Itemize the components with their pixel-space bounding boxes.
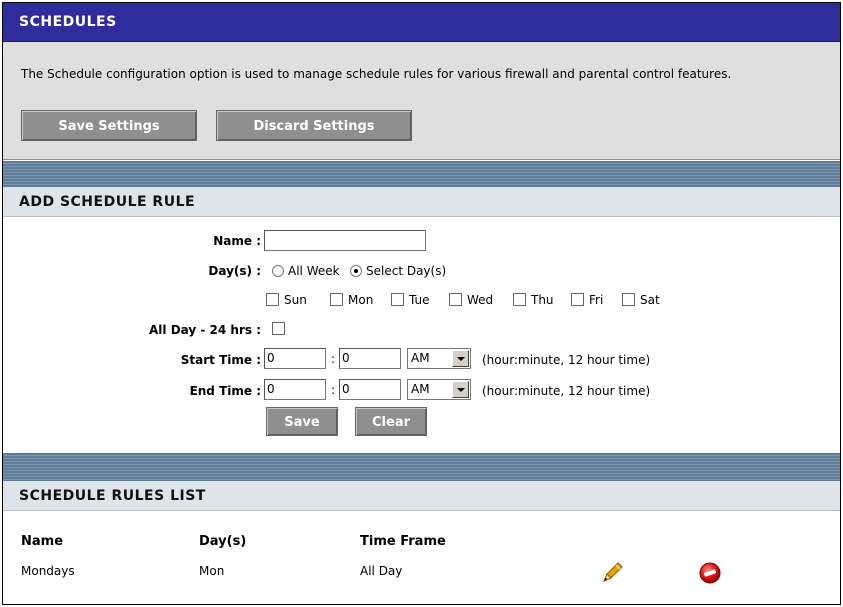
end-time-hint: (hour:minute, 12 hour time) <box>482 384 651 398</box>
column-header-time-frame: Time Frame <box>360 534 446 549</box>
schedules-title: SCHEDULES <box>3 3 840 42</box>
schedules-panel: SCHEDULES The Schedule configuration opt… <box>3 3 840 160</box>
chevron-down-icon[interactable] <box>452 350 469 367</box>
schedules-description: The Schedule configuration option is use… <box>21 67 732 81</box>
all-week-radio[interactable] <box>272 265 284 277</box>
wed-checkbox[interactable] <box>449 293 462 306</box>
column-header-name: Name <box>21 534 64 549</box>
save-settings-button[interactable]: Save Settings <box>21 110 197 141</box>
separator-band <box>3 453 840 483</box>
add-schedule-rule-header: ADD SCHEDULE RULE <box>3 187 840 217</box>
name-input[interactable] <box>264 230 426 251</box>
days-label: Day(s) : <box>208 264 261 278</box>
all-day-checkbox[interactable] <box>272 322 285 335</box>
column-header-days: Day(s) <box>199 534 247 549</box>
start-colon: : <box>331 352 336 366</box>
tue-label: Tue <box>409 293 430 307</box>
mon-checkbox[interactable] <box>330 293 343 306</box>
sat-checkbox[interactable] <box>622 293 635 306</box>
save-button[interactable]: Save <box>266 407 338 436</box>
name-label: Name : <box>213 234 261 248</box>
end-hour-input[interactable]: 0 <box>264 379 326 400</box>
end-time-label: End Time : <box>189 384 261 398</box>
start-ampm-select[interactable]: AM <box>407 348 471 369</box>
end-ampm-select[interactable]: AM <box>407 379 471 400</box>
end-colon: : <box>331 383 336 397</box>
delete-icon[interactable] <box>697 560 723 586</box>
schedules-page: SCHEDULES The Schedule configuration opt… <box>2 2 841 605</box>
fri-label: Fri <box>589 293 604 307</box>
rule-days: Mon <box>199 564 225 578</box>
select-days-label: Select Day(s) <box>366 264 447 278</box>
end-ampm-value: AM <box>411 382 430 396</box>
clear-button[interactable]: Clear <box>355 407 427 436</box>
tue-checkbox[interactable] <box>391 293 404 306</box>
sat-label: Sat <box>640 293 660 307</box>
start-time-hint: (hour:minute, 12 hour time) <box>482 353 651 367</box>
discard-settings-button[interactable]: Discard Settings <box>216 110 412 141</box>
start-minute-input[interactable]: 0 <box>339 348 401 369</box>
sun-checkbox[interactable] <box>266 293 279 306</box>
chevron-down-icon[interactable] <box>452 381 469 398</box>
sun-label: Sun <box>284 293 307 307</box>
wed-label: Wed <box>467 293 494 307</box>
start-time-label: Start Time : <box>180 353 261 367</box>
schedule-rules-list-header: SCHEDULE RULES LIST <box>3 481 840 511</box>
start-hour-input[interactable]: 0 <box>264 348 326 369</box>
start-ampm-value: AM <box>411 351 430 365</box>
all-week-label: All Week <box>288 264 340 278</box>
select-days-radio[interactable] <box>350 265 362 277</box>
mon-label: Mon <box>348 293 374 307</box>
thu-checkbox[interactable] <box>513 293 526 306</box>
rule-name: Mondays <box>21 564 75 578</box>
pencil-icon[interactable] <box>600 560 626 586</box>
fri-checkbox[interactable] <box>571 293 584 306</box>
all-day-label: All Day - 24 hrs : <box>149 323 261 337</box>
thu-label: Thu <box>531 293 554 307</box>
rule-time-frame: All Day <box>360 564 403 578</box>
end-minute-input[interactable]: 0 <box>339 379 401 400</box>
